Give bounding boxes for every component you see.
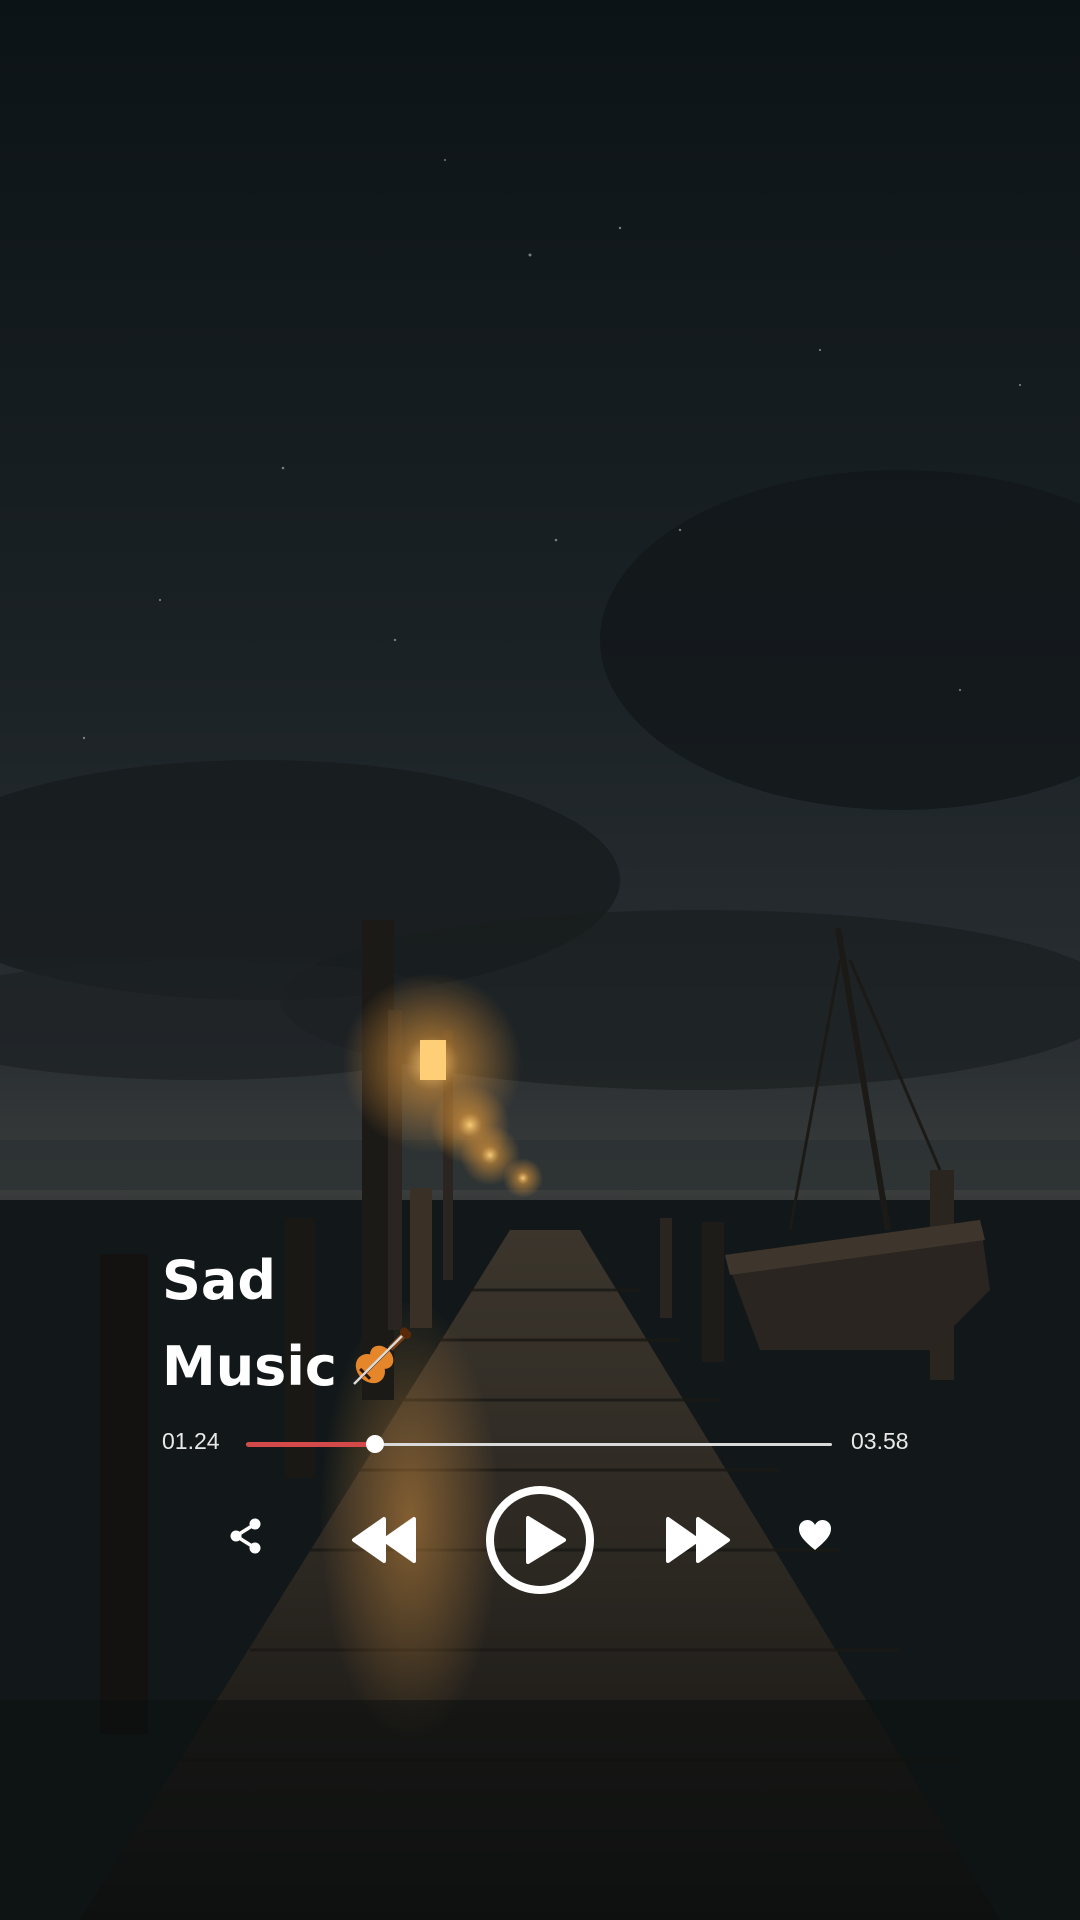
- fast-forward-icon: [662, 1515, 732, 1565]
- heart-icon: [797, 1518, 833, 1552]
- progress-slider[interactable]: [246, 1435, 832, 1453]
- play-icon: [484, 1484, 596, 1596]
- rewind-button[interactable]: [348, 1512, 422, 1568]
- progress-knob[interactable]: [365, 1435, 384, 1453]
- track-title-line1: Sad: [162, 1249, 276, 1312]
- elapsed-time: 01.24: [162, 1428, 220, 1454]
- total-time: 03.58: [851, 1428, 909, 1454]
- progress-fill: [246, 1442, 375, 1447]
- track-title-line2-text: Music: [162, 1335, 337, 1398]
- background-image: [0, 0, 1080, 1920]
- fast-forward-button[interactable]: [660, 1512, 734, 1568]
- like-button[interactable]: [796, 1516, 834, 1554]
- share-icon: [226, 1516, 266, 1556]
- rewind-icon: [350, 1515, 420, 1565]
- track-title-line2: Music: [162, 1324, 412, 1414]
- play-button[interactable]: [484, 1484, 596, 1596]
- share-button[interactable]: [222, 1514, 270, 1558]
- track-title: Sad Music: [162, 1238, 412, 1414]
- violin-icon: [351, 1327, 412, 1414]
